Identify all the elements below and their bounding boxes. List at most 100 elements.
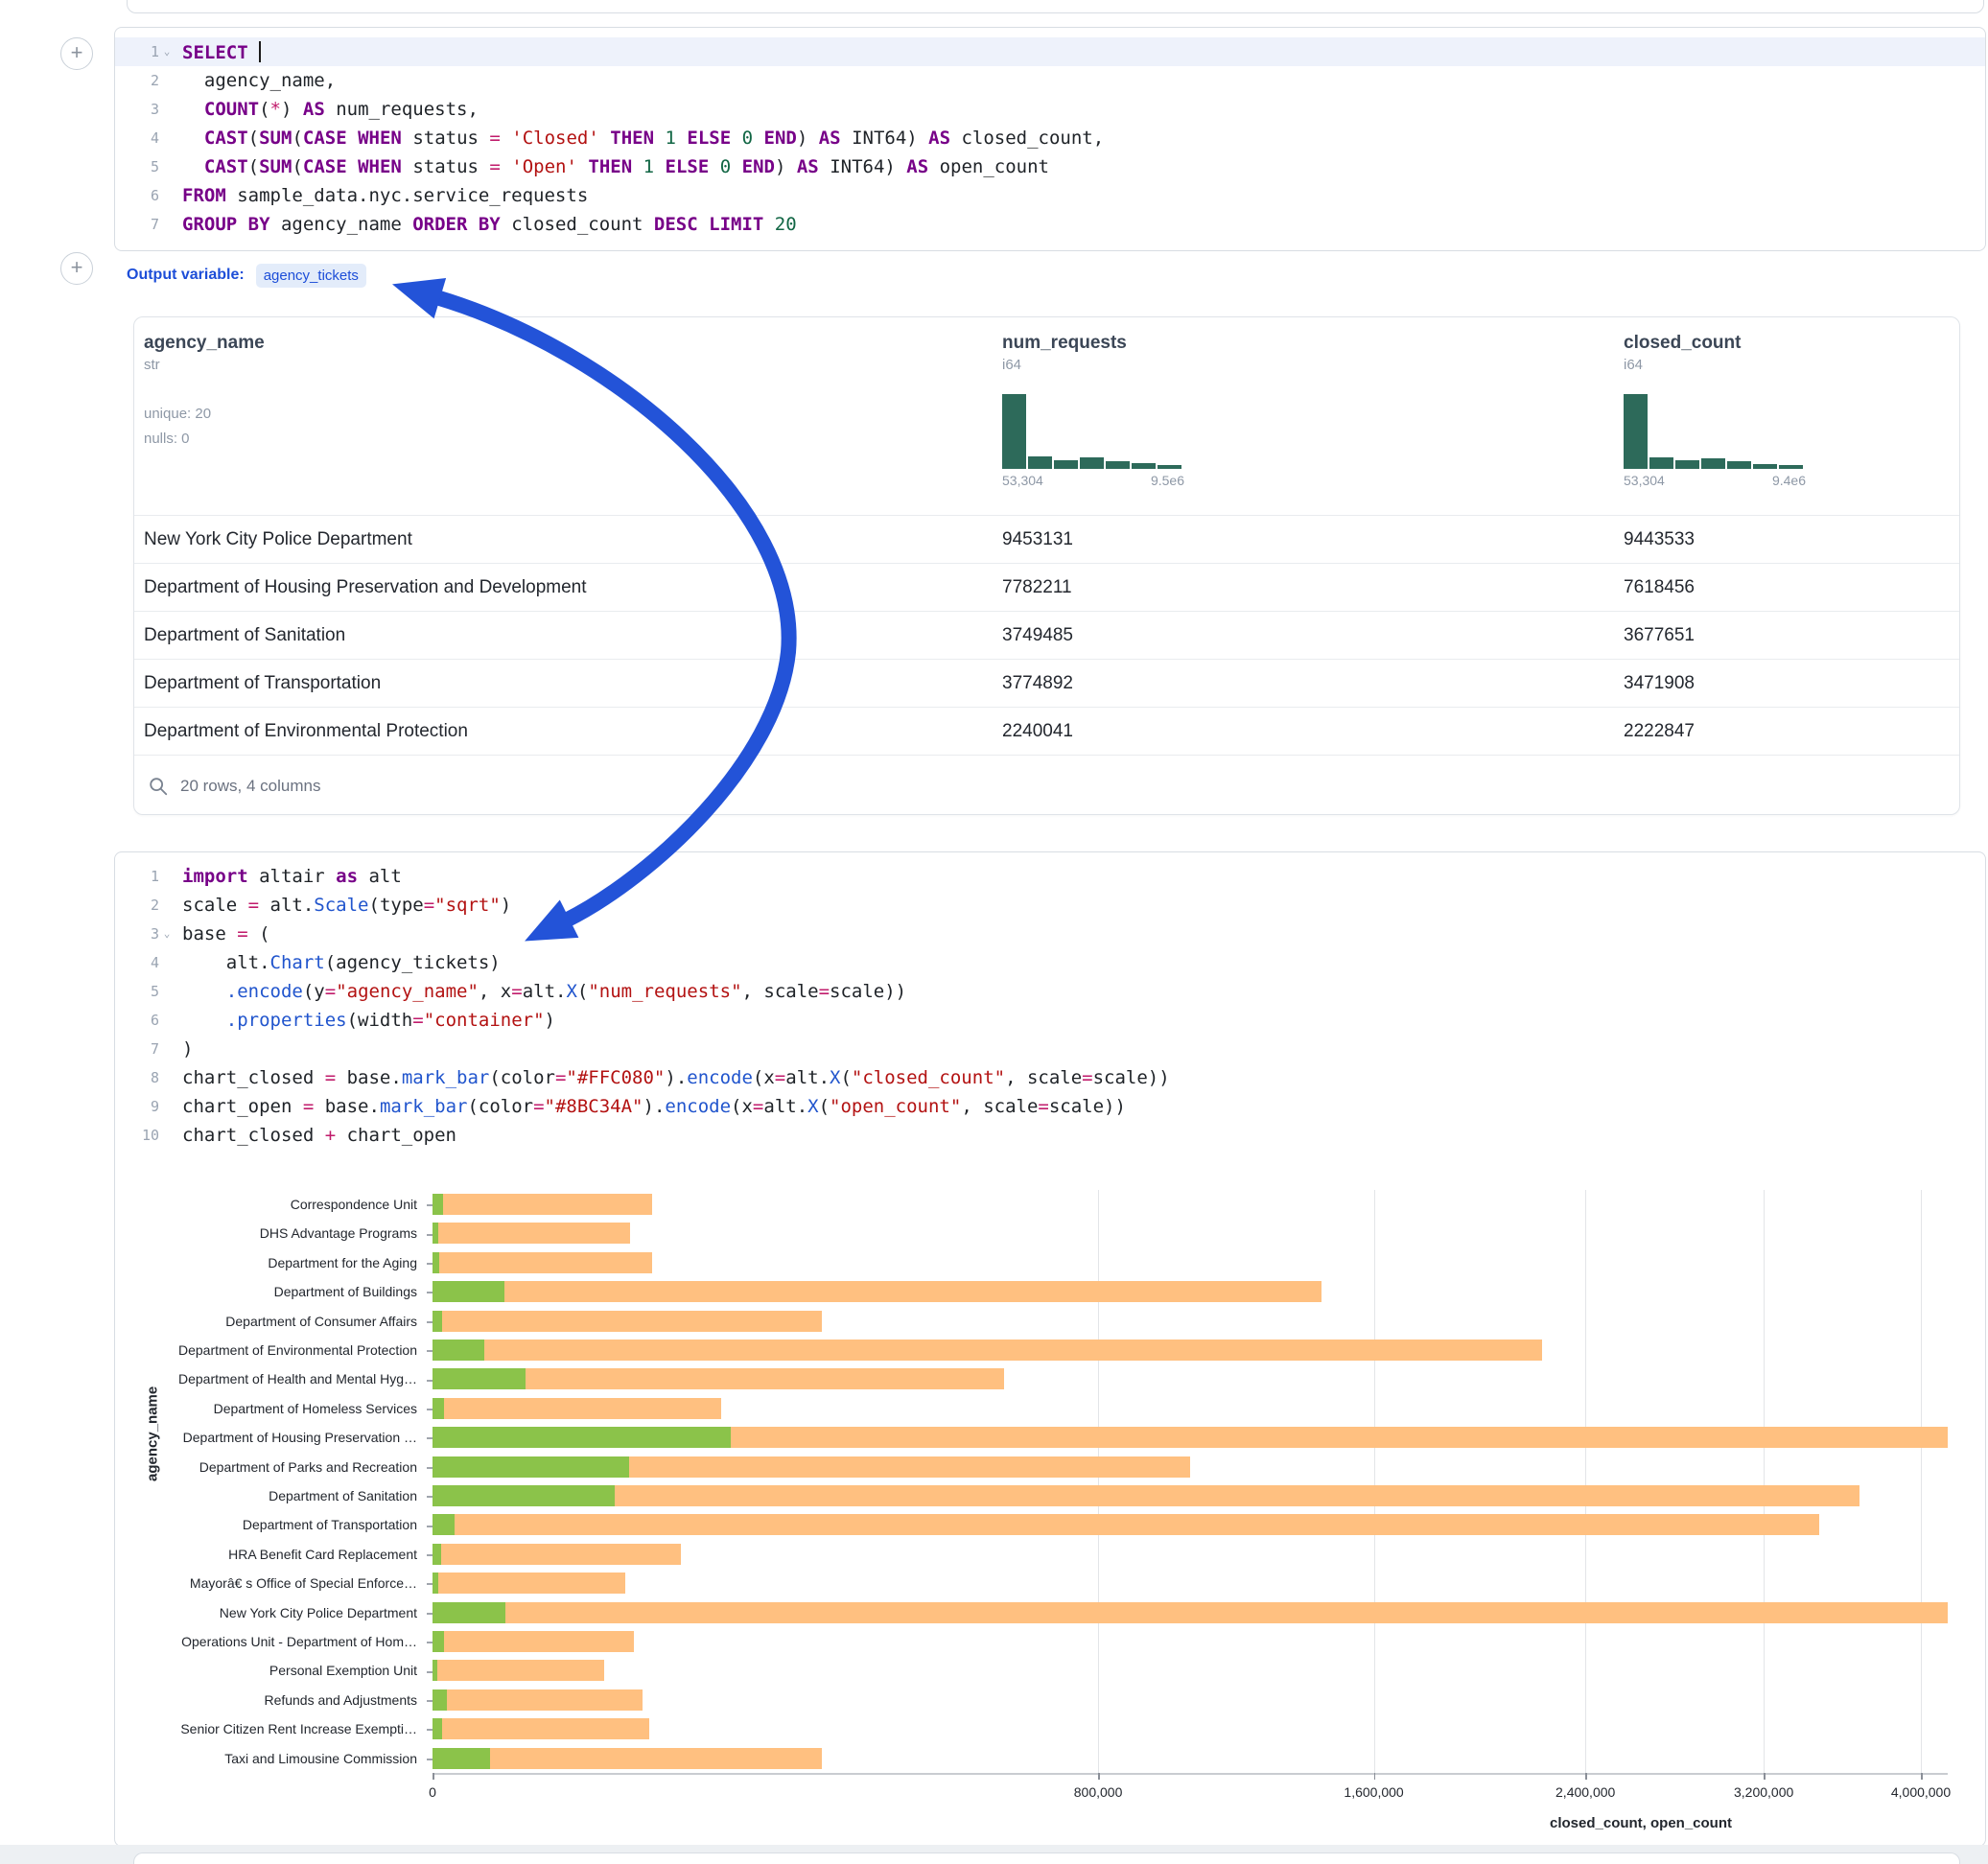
- code-line[interactable]: 6 .properties(width="container"): [115, 1006, 1985, 1035]
- histogram-max-label: 9.5e6: [1151, 473, 1184, 488]
- add-cell-button[interactable]: +: [60, 252, 93, 285]
- y-axis-label: Department of Parks and Recreation: [115, 1453, 425, 1481]
- bar-open-count: [433, 1311, 442, 1332]
- x-axis-tick: [1764, 1773, 1766, 1780]
- bar-open-count: [433, 1427, 731, 1448]
- x-axis-tick: [1921, 1773, 1923, 1780]
- bar-closed-count: [433, 1223, 630, 1244]
- code-line[interactable]: 7GROUP BY agency_name ORDER BY closed_co…: [115, 210, 1985, 239]
- table-cell: 3749485: [1002, 625, 1624, 646]
- bar-open-count: [433, 1514, 455, 1535]
- bar-open-count: [433, 1718, 442, 1739]
- column-name[interactable]: closed_count: [1624, 333, 1806, 354]
- code-line[interactable]: 5 CAST(SUM(CASE WHEN status = 'Open' THE…: [115, 152, 1985, 181]
- y-axis-tick: [427, 1409, 433, 1410]
- bar-open-count: [433, 1485, 615, 1506]
- code-line[interactable]: 3 COUNT(*) AS num_requests,: [115, 95, 1985, 124]
- code-line[interactable]: 4 CAST(SUM(CASE WHEN status = 'Closed' T…: [115, 124, 1985, 152]
- code-line[interactable]: 7): [115, 1035, 1985, 1063]
- bar-closed-count: [433, 1398, 721, 1419]
- column-type: i64: [1002, 357, 1184, 373]
- table-cell: Department of Housing Preservation and D…: [134, 577, 1002, 598]
- code-line[interactable]: 3⌄base = (: [115, 920, 1985, 948]
- fold-chevron-icon[interactable]: ⌄: [159, 37, 175, 66]
- y-axis-tick: [427, 1234, 433, 1236]
- next-cell-edge: [133, 1852, 1960, 1864]
- table-cell: New York City Police Department: [134, 529, 1002, 550]
- code-line[interactable]: 2 agency_name,: [115, 66, 1985, 95]
- table-cell: 9443533: [1624, 529, 1959, 550]
- histogram-bar: [1701, 458, 1725, 469]
- output-variable-row: Output variable: agency_tickets: [127, 261, 366, 290]
- output-variable-badge[interactable]: agency_tickets: [256, 264, 366, 288]
- bar-open-count: [433, 1368, 526, 1389]
- add-cell-button[interactable]: +: [60, 37, 93, 70]
- histogram-num-requests: [1002, 394, 1184, 469]
- bar-open-count: [433, 1340, 484, 1361]
- search-icon[interactable]: [148, 776, 169, 797]
- table-footer: 20 rows, 4 columns: [134, 755, 1959, 817]
- y-axis-tick: [427, 1642, 433, 1643]
- bar-open-count: [433, 1252, 439, 1273]
- table-cell: Department of Transportation: [134, 673, 1002, 694]
- python-editor[interactable]: 1import altair as alt2scale = alt.Scale(…: [115, 852, 1985, 1150]
- y-axis-label: Taxi and Limousine Commission: [115, 1744, 425, 1773]
- histogram-bar: [1158, 465, 1181, 469]
- line-number: 5: [115, 152, 175, 181]
- code-line[interactable]: 2scale = alt.Scale(type="sqrt"): [115, 891, 1985, 920]
- column-name[interactable]: num_requests: [1002, 333, 1184, 354]
- fold-chevron-icon[interactable]: ⌄: [159, 920, 175, 948]
- code-line[interactable]: 1import altair as alt: [115, 862, 1985, 891]
- bar-open-count: [433, 1660, 437, 1681]
- sql-editor[interactable]: 1⌄SELECT 2 agency_name,3 COUNT(*) AS num…: [115, 28, 1985, 239]
- bar-closed-count: [433, 1748, 822, 1769]
- y-axis-label: Department of Health and Mental Hyg…: [115, 1364, 425, 1393]
- line-number: 3⌄: [115, 920, 175, 948]
- y-axis-label: Department of Transportation: [115, 1510, 425, 1539]
- line-number: 10: [115, 1121, 175, 1150]
- y-axis-tick: [427, 1700, 433, 1702]
- bar-open-count: [433, 1398, 444, 1419]
- y-axis-tick: [427, 1759, 433, 1760]
- y-axis-label: New York City Police Department: [115, 1598, 425, 1627]
- code-line[interactable]: 4 alt.Chart(agency_tickets): [115, 948, 1985, 977]
- y-axis-tick: [427, 1526, 433, 1527]
- bar-closed-count: [433, 1660, 604, 1681]
- bar-closed-count: [433, 1485, 1859, 1506]
- y-axis-tick: [427, 1350, 433, 1352]
- table-cell: 7618456: [1624, 577, 1959, 598]
- y-axis-tick: [427, 1204, 433, 1206]
- output-variable-label: Output variable:: [127, 267, 245, 284]
- histogram-closed-count: [1624, 394, 1806, 469]
- table-cell: 2240041: [1002, 721, 1624, 742]
- bar-open-count: [433, 1456, 629, 1478]
- line-number: 8: [115, 1063, 175, 1092]
- column-unique-count: unique: 20: [144, 402, 265, 427]
- bar-open-count: [433, 1194, 443, 1215]
- table-cell: 7782211: [1002, 577, 1624, 598]
- code-line[interactable]: 10chart_closed + chart_open: [115, 1121, 1985, 1150]
- code-line[interactable]: 6FROM sample_data.nyc.service_requests: [115, 181, 1985, 210]
- histogram-bar: [1132, 463, 1156, 469]
- y-axis-tick: [427, 1496, 433, 1498]
- bar-closed-count: [433, 1631, 634, 1652]
- code-line[interactable]: 5 .encode(y="agency_name", x=alt.X("num_…: [115, 977, 1985, 1006]
- column-type: i64: [1624, 357, 1806, 373]
- bar-open-count: [433, 1602, 505, 1623]
- histogram-min-label: 53,304: [1624, 473, 1665, 488]
- code-line[interactable]: 9chart_open = base.mark_bar(color="#8BC3…: [115, 1092, 1985, 1121]
- code-line[interactable]: 1⌄SELECT: [115, 37, 1985, 66]
- y-axis-tick: [427, 1263, 433, 1265]
- code-line[interactable]: 8chart_closed = base.mark_bar(color="#FF…: [115, 1063, 1985, 1092]
- x-axis-tick-label: 3,200,000: [1734, 1784, 1793, 1800]
- bar-closed-count: [433, 1602, 1948, 1623]
- sql-cell: 1⌄SELECT 2 agency_name,3 COUNT(*) AS num…: [114, 27, 1986, 251]
- python-cell: 1import altair as alt2scale = alt.Scale(…: [114, 851, 1986, 1847]
- line-number: 2: [115, 891, 175, 920]
- y-axis-tick: [427, 1583, 433, 1585]
- column-header-num-requests: num_requests i64 53,304 9.5e6: [1002, 317, 1184, 488]
- bar-closed-count: [433, 1311, 822, 1332]
- histogram-bar: [1054, 460, 1078, 469]
- column-name[interactable]: agency_name: [144, 333, 265, 354]
- bar-open-count: [433, 1544, 441, 1565]
